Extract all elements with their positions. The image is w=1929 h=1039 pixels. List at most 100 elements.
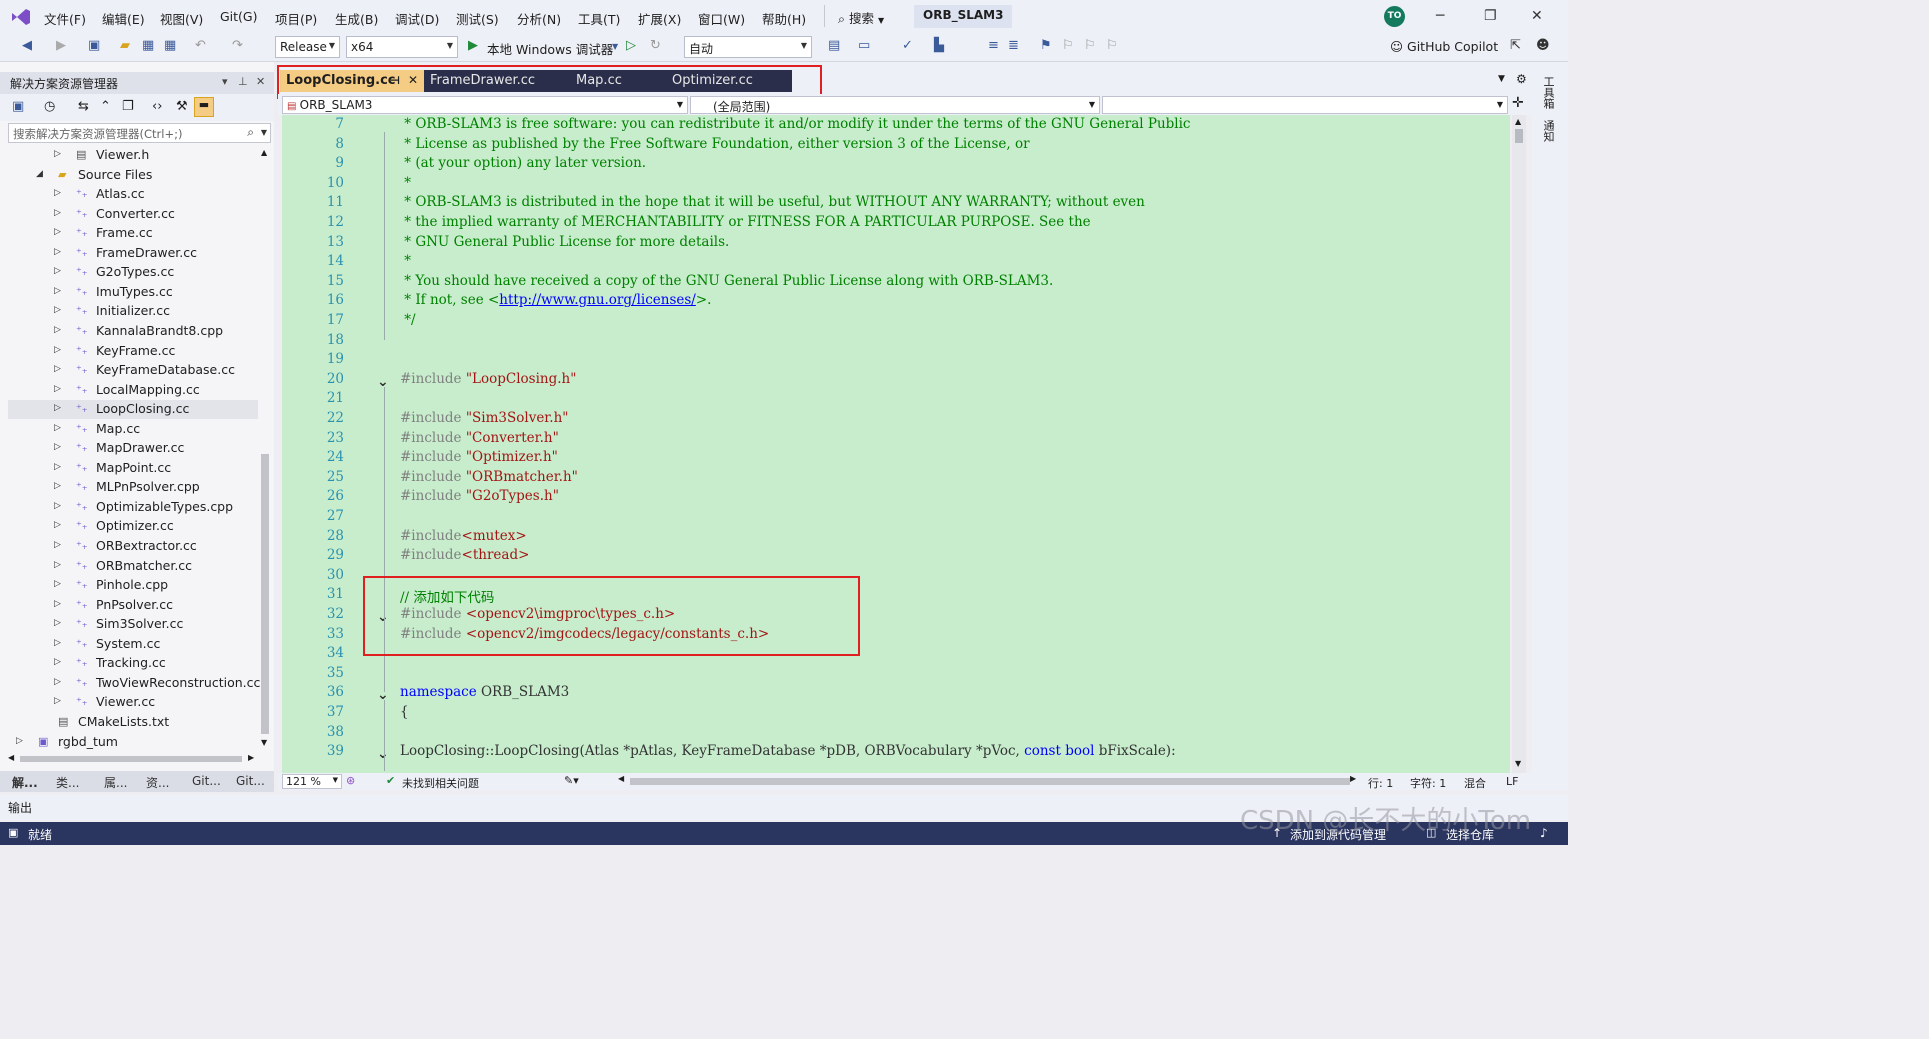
chevron-right-icon[interactable]: ▷: [54, 696, 61, 706]
tree-item[interactable]: ▷ ⁺₊ Tracking.cc: [8, 654, 258, 673]
scroll-left-icon[interactable]: ◀: [8, 753, 14, 762]
chevron-down-icon[interactable]: ▾: [222, 75, 228, 88]
tree-item[interactable]: ▷ ⁺₊ Frame.cc: [8, 224, 258, 243]
chevron-right-icon[interactable]: ▷: [54, 345, 61, 355]
tree-item[interactable]: ▷ ⁺₊ LocalMapping.cc: [8, 381, 258, 400]
tree-item[interactable]: ▷ ⁺₊ MLPnPsolver.cpp: [8, 478, 258, 497]
left-tab[interactable]: 解...: [12, 774, 38, 791]
scroll-up-icon[interactable]: ▲: [1515, 117, 1521, 126]
cleanup-icon[interactable]: ✎▾: [564, 774, 579, 787]
chevron-right-icon[interactable]: ▷: [54, 364, 61, 374]
sync-icon[interactable]: ⇆: [78, 99, 89, 114]
scrollbar-thumb[interactable]: [261, 454, 269, 734]
hot-reload-icon[interactable]: ↻: [650, 38, 661, 53]
github-copilot-button[interactable]: ☺ GitHub Copilot: [1390, 39, 1498, 54]
tree-hscrollbar[interactable]: ◀ ▶: [8, 753, 258, 765]
code-token[interactable]: http://www.gnu.org/licenses/: [499, 292, 696, 308]
menu-item[interactable]: 调试(D): [395, 9, 439, 28]
tree-item[interactable]: ▷ ⁺₊ ORBextractor.cc: [8, 537, 258, 556]
tree-item[interactable]: ▷ ▤ Viewer.h: [8, 146, 258, 165]
chevron-right-icon[interactable]: ▷: [54, 384, 61, 394]
collapse-all-icon[interactable]: ⌃: [100, 99, 111, 114]
menu-item[interactable]: 分析(N): [517, 9, 561, 28]
left-tab[interactable]: 类...: [56, 774, 79, 791]
bookmark-icon[interactable]: ⚑: [1040, 38, 1052, 53]
share-icon[interactable]: ⇱: [1510, 38, 1521, 53]
chevron-right-icon[interactable]: ▷: [54, 618, 61, 628]
chevron-right-icon[interactable]: ▷: [16, 736, 23, 746]
step-icon[interactable]: ▙: [934, 38, 944, 53]
new-project-icon[interactable]: ▣: [88, 38, 100, 53]
menu-item[interactable]: 生成(B): [335, 9, 378, 28]
save-all-icon[interactable]: ▦: [164, 38, 176, 53]
tree-item[interactable]: ▷ ⁺₊ Sim3Solver.cc: [8, 615, 258, 634]
scroll-down-icon[interactable]: ▼: [261, 738, 267, 747]
line-indicator[interactable]: 行: 1: [1368, 775, 1393, 791]
hscrollbar-thumb[interactable]: [20, 756, 242, 762]
eol-indicator[interactable]: LF: [1506, 775, 1518, 788]
left-tab[interactable]: Git...: [236, 774, 265, 788]
tree-item[interactable]: ▷ ⁺₊ KannalaBrandt8.cpp: [8, 322, 258, 341]
left-tab[interactable]: Git...: [192, 774, 221, 788]
tree-item[interactable]: ▷ ⁺₊ KeyFrame.cc: [8, 342, 258, 361]
intellicode-icon[interactable]: ⊛: [346, 774, 355, 787]
split-icon[interactable]: ✛: [1512, 95, 1524, 111]
chevron-right-icon[interactable]: ▷: [54, 442, 61, 452]
tree-item[interactable]: ▷ ⁺₊ LoopClosing.cc: [8, 400, 258, 420]
tree-scrollbar[interactable]: ▲ ▼: [259, 146, 271, 751]
user-icon[interactable]: ☻: [1536, 38, 1550, 53]
chevron-right-icon[interactable]: ▷: [54, 481, 61, 491]
chevron-right-icon[interactable]: ▷: [54, 560, 61, 570]
solution-search-input[interactable]: 搜索解决方案资源管理器(Ctrl+;) ⌕ ▼: [8, 123, 271, 143]
menu-item[interactable]: 文件(F): [44, 9, 86, 28]
chevron-right-icon[interactable]: ▷: [54, 403, 61, 413]
tree-item[interactable]: ▷ ⁺₊ Viewer.cc: [8, 693, 258, 712]
code-editor[interactable]: 7 * ORB-SLAM3 is free software: you can …: [282, 115, 1510, 773]
tree-item[interactable]: ▷ ⁺₊ ORBmatcher.cc: [8, 557, 258, 576]
tree-item[interactable]: ▷ ⁺₊ ImuTypes.cc: [8, 283, 258, 302]
tree-item[interactable]: ▷ ⁺₊ Pinhole.cpp: [8, 576, 258, 595]
chevron-right-icon[interactable]: ▷: [54, 638, 61, 648]
left-tab[interactable]: 资...: [146, 774, 169, 791]
scope-dropdown[interactable]: (全局范围) ▼: [690, 96, 1100, 114]
menu-item[interactable]: 窗口(W): [698, 9, 745, 28]
comment-icon[interactable]: ≡: [988, 38, 999, 53]
chevron-down-icon[interactable]: ▼: [612, 42, 618, 51]
search-button[interactable]: ⌕ 搜索 ▼: [838, 8, 884, 27]
tree-item[interactable]: ▷ ⁺₊ Converter.cc: [8, 205, 258, 224]
tree-item[interactable]: ▷ ⁺₊ FrameDrawer.cc: [8, 244, 258, 263]
chevron-right-icon[interactable]: ▷: [54, 462, 61, 472]
menu-item[interactable]: 测试(S): [456, 9, 499, 28]
tree-item[interactable]: ▷ ⁺₊ Atlas.cc: [8, 185, 258, 204]
prev-bookmark-icon[interactable]: ⚐: [1062, 38, 1074, 53]
scroll-right-icon[interactable]: ▶: [248, 753, 254, 762]
save-icon[interactable]: ▦: [142, 38, 154, 53]
menu-item[interactable]: 视图(V): [160, 9, 203, 28]
scroll-left-icon[interactable]: ◀: [618, 774, 624, 783]
tree-item[interactable]: ▷ ⁺₊ MapDrawer.cc: [8, 439, 258, 458]
char-indicator[interactable]: 字符: 1: [1410, 775, 1446, 791]
chevron-right-icon[interactable]: ▷: [54, 677, 61, 687]
toolbox-tab[interactable]: 工具箱: [1540, 76, 1556, 109]
chevron-right-icon[interactable]: ▷: [54, 520, 61, 530]
chevron-right-icon[interactable]: ▷: [54, 599, 61, 609]
project-dropdown[interactable]: ▤ ORB_SLAM3 ▼: [282, 96, 688, 114]
menu-item[interactable]: 工具(T): [578, 9, 620, 28]
zoom-select[interactable]: 121 % ▼: [282, 774, 342, 789]
tree-item[interactable]: ▷ ⁺₊ PnPsolver.cc: [8, 596, 258, 615]
fold-toggle-icon[interactable]: ⌄: [377, 374, 389, 390]
whitespace-indicator[interactable]: 混合: [1464, 775, 1486, 791]
close-icon[interactable]: ✕: [1531, 8, 1543, 24]
scroll-down-icon[interactable]: ▼: [1515, 759, 1521, 768]
gear-icon[interactable]: ⚙: [1516, 72, 1527, 86]
close-icon[interactable]: ✕: [256, 75, 265, 88]
undo-icon[interactable]: ↶: [195, 38, 206, 53]
back-icon[interactable]: ◀: [22, 38, 32, 53]
notifications-tab[interactable]: 通知: [1540, 120, 1556, 142]
menu-item[interactable]: 帮助(H): [762, 9, 806, 28]
avatar[interactable]: TO: [1384, 6, 1405, 27]
fold-toggle-icon[interactable]: ⌄: [377, 687, 389, 703]
restore-icon[interactable]: ❐: [1484, 8, 1497, 24]
configuration-select[interactable]: Release ▼: [275, 36, 340, 58]
member-dropdown[interactable]: ▼: [1102, 96, 1508, 114]
